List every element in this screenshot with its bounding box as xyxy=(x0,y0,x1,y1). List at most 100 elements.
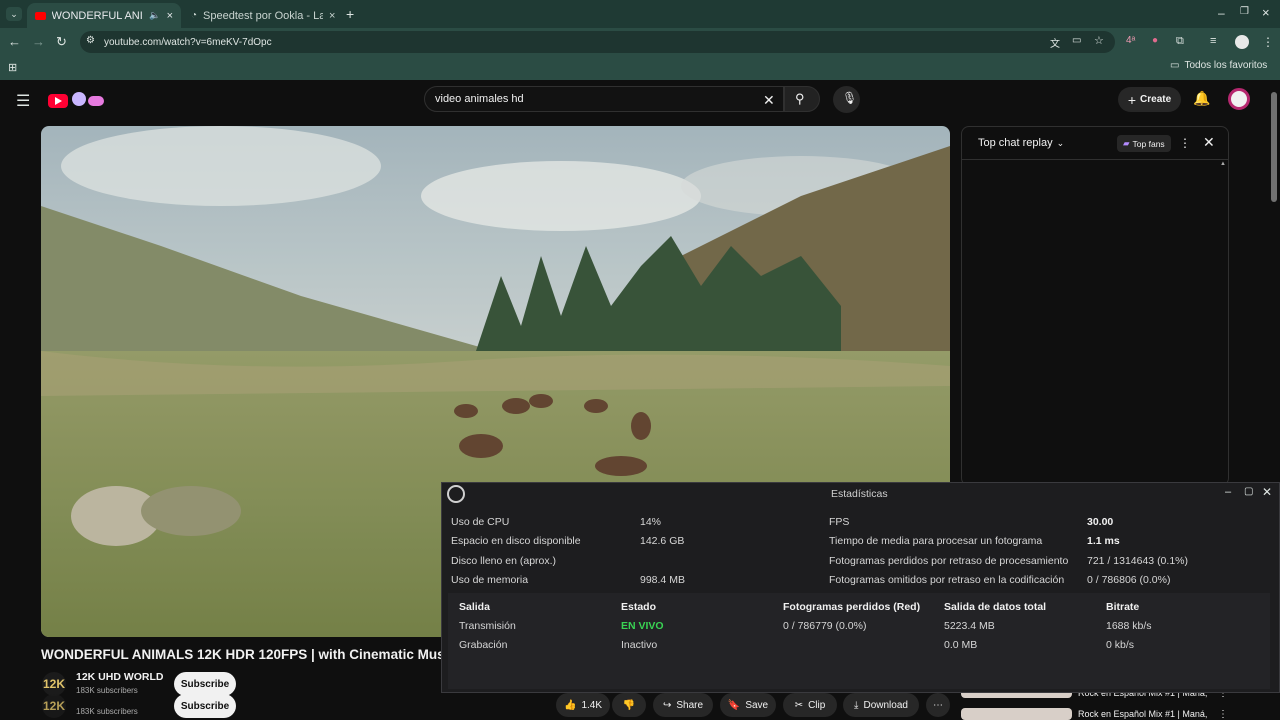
microphone-icon: 🎙 xyxy=(842,91,858,105)
reload-icon[interactable]: ↻ xyxy=(56,34,67,50)
search-input[interactable]: video animales hd ✕ xyxy=(424,86,784,112)
chat-mode-dropdown[interactable]: Top chat replay ⌄ xyxy=(978,137,1064,149)
extensions-puzzle-icon[interactable]: ⧉ xyxy=(1176,35,1184,48)
fans-icon: ▰ xyxy=(1123,138,1130,148)
table-cell-bitrate: 0 kb/s xyxy=(1106,639,1135,651)
share-button[interactable]: ↪ Share xyxy=(653,693,713,717)
all-bookmarks-label: Todos los favoritos xyxy=(1184,60,1268,71)
tab-title: Speedtest por Ookla - La xyxy=(203,9,324,22)
table-cell-total: 0.0 MB xyxy=(944,639,978,651)
live-status-badge: EN VIVO xyxy=(621,620,664,632)
table-cell-status: Inactivo xyxy=(621,639,658,651)
hamburger-menu-icon[interactable]: ☰ xyxy=(16,91,30,111)
minimize-window-icon[interactable]: – xyxy=(1218,6,1225,20)
like-count: 1.4K xyxy=(581,699,603,711)
table-cell-dropped: 0 / 786779 (0.0%) xyxy=(783,620,867,632)
download-icon: ⤓ xyxy=(854,699,859,711)
channel-name[interactable]: 12K UHD WORLD xyxy=(76,671,164,683)
new-tab-icon[interactable]: + xyxy=(346,6,354,22)
account-avatar[interactable] xyxy=(1228,88,1250,110)
thumbs-down-icon: 👎 xyxy=(622,699,636,711)
skipped-frames-value: 0 / 786806 (0.0%) xyxy=(1087,574,1171,586)
notifications-bell-icon[interactable]: 🔔 xyxy=(1193,90,1210,107)
close-tab-icon[interactable]: × xyxy=(329,10,335,22)
speaker-icon[interactable]: 🔈 xyxy=(149,10,160,21)
tab-speedtest[interactable]: ◔ Speedtest por Ookla - La × xyxy=(183,3,361,28)
table-cell-output: Grabación xyxy=(459,639,508,651)
profile-avatar[interactable] xyxy=(1235,35,1249,49)
extension-a-icon[interactable]: 4ᵃ xyxy=(1126,35,1135,46)
subscribe-button[interactable]: Subscribe xyxy=(174,672,236,696)
doodle-icon xyxy=(72,92,86,106)
stats-titlebar[interactable]: Estadísticas – ▢ ✕ xyxy=(442,483,1279,505)
render-time-value: 1.1 ms xyxy=(1087,535,1120,547)
translate-icon[interactable]: 文 xyxy=(1050,35,1060,50)
subscribe-button-sticky[interactable]: Subscribe xyxy=(174,694,236,718)
create-label: Create xyxy=(1140,94,1172,105)
fps-value: 30.00 xyxy=(1087,516,1114,528)
cast-icon[interactable]: ▭ xyxy=(1072,35,1081,46)
close-tab-icon[interactable]: × xyxy=(167,10,173,22)
search-icon: ⚲ xyxy=(795,91,805,106)
chevron-down-icon: ⌄ xyxy=(1056,137,1065,148)
back-icon[interactable]: ← xyxy=(8,34,21,49)
like-button[interactable]: 👍 1.4K xyxy=(556,693,610,717)
bookmark-star-icon[interactable]: ☆ xyxy=(1094,34,1104,47)
lagged-frames-label: Fotogramas perdidos por retraso de proce… xyxy=(829,555,1069,567)
voice-search-button[interactable]: 🎙 xyxy=(833,86,860,113)
page-scrollbar-thumb[interactable] xyxy=(1271,92,1277,202)
related-title[interactable]: Rock en Español Mix #1 | Maná, xyxy=(1078,709,1207,719)
chat-more-icon[interactable]: ⋮ xyxy=(1179,136,1191,150)
dislike-button[interactable]: 👎 xyxy=(612,693,646,717)
subscriber-count: 183K subscribers xyxy=(76,686,138,695)
tab-list-icon[interactable]: ⌄ xyxy=(6,7,22,21)
save-button[interactable]: 🔖 Save xyxy=(720,693,776,717)
related-thumbnail[interactable] xyxy=(961,708,1072,720)
download-button[interactable]: ⤓ Download xyxy=(843,693,919,717)
fps-label: FPS xyxy=(829,516,850,528)
channel-avatar-sticky[interactable]: 12K xyxy=(42,694,66,718)
forward-icon[interactable]: → xyxy=(32,34,45,49)
close-window-icon[interactable]: × xyxy=(1262,5,1270,20)
close-stats-icon[interactable]: ✕ xyxy=(1262,485,1272,499)
close-chat-icon[interactable]: ✕ xyxy=(1203,134,1215,151)
bookmarks-bar: ⊞ ▭ Todos los favoritos xyxy=(0,56,1280,80)
scroll-up-icon[interactable]: ▲ xyxy=(1220,161,1226,167)
address-bar[interactable]: ⚙ youtube.com/watch?v=6meKV-7dOpc xyxy=(80,31,1115,53)
video-title: WONDERFUL ANIMALS 12K HDR 120FPS | with … xyxy=(41,647,441,662)
search-button[interactable]: ⚲ xyxy=(784,86,820,112)
maximize-stats-icon[interactable]: ▢ xyxy=(1244,486,1253,497)
cpu-value: 14% xyxy=(640,516,662,528)
media-control-icon[interactable]: ≡ xyxy=(1210,35,1216,47)
youtube-header: ☰ video animales hd ✕ ⚲ 🎙 + Create 🔔 xyxy=(0,80,1280,120)
table-cell-total: 5223.4 MB xyxy=(944,620,995,632)
create-button[interactable]: + Create xyxy=(1118,87,1181,112)
clear-search-icon[interactable]: ✕ xyxy=(763,92,775,109)
extension-b-icon[interactable]: ● xyxy=(1152,35,1158,46)
all-bookmarks-folder[interactable]: ▭ Todos los favoritos xyxy=(1170,60,1267,71)
table-header: Fotogramas perdidos (Red) xyxy=(783,601,921,613)
clip-button[interactable]: ✂ Clip xyxy=(783,693,837,717)
top-fans-badge[interactable]: ▰ Top fans xyxy=(1117,135,1171,152)
apps-grid-icon[interactable]: ⊞ xyxy=(8,61,17,74)
table-header: Salida xyxy=(459,601,490,613)
table-header: Estado xyxy=(621,601,657,613)
table-header: Salida de datos total xyxy=(944,601,1047,613)
related-more-icon[interactable]: ⋮ xyxy=(1218,709,1228,720)
render-time-label: Tiempo de media para procesar un fotogra… xyxy=(829,535,1043,547)
tab-title: WONDERFUL ANIMA xyxy=(51,9,144,22)
url-text: youtube.com/watch?v=6meKV-7dOpc xyxy=(104,36,272,48)
memory-value: 998.4 MB xyxy=(640,574,685,586)
more-actions-button[interactable]: ⋯ xyxy=(926,693,950,717)
search-query-text: video animales hd xyxy=(435,93,524,105)
youtube-logo[interactable] xyxy=(48,92,108,108)
table-header: Bitrate xyxy=(1106,601,1140,613)
minimize-stats-icon[interactable]: – xyxy=(1225,486,1231,498)
site-info-icon[interactable]: ⚙ xyxy=(86,35,95,46)
channel-avatar[interactable]: 12K xyxy=(42,672,66,696)
memory-label: Uso de memoria xyxy=(451,574,529,586)
restore-window-icon[interactable]: ❐ xyxy=(1240,6,1249,17)
tab-youtube[interactable]: WONDERFUL ANIMA 🔈 × xyxy=(27,3,181,28)
browser-tab-strip: ⌄ WONDERFUL ANIMA 🔈 × ◔ Speedtest por Oo… xyxy=(0,0,1280,28)
browser-menu-icon[interactable]: ⋮ xyxy=(1262,35,1274,49)
